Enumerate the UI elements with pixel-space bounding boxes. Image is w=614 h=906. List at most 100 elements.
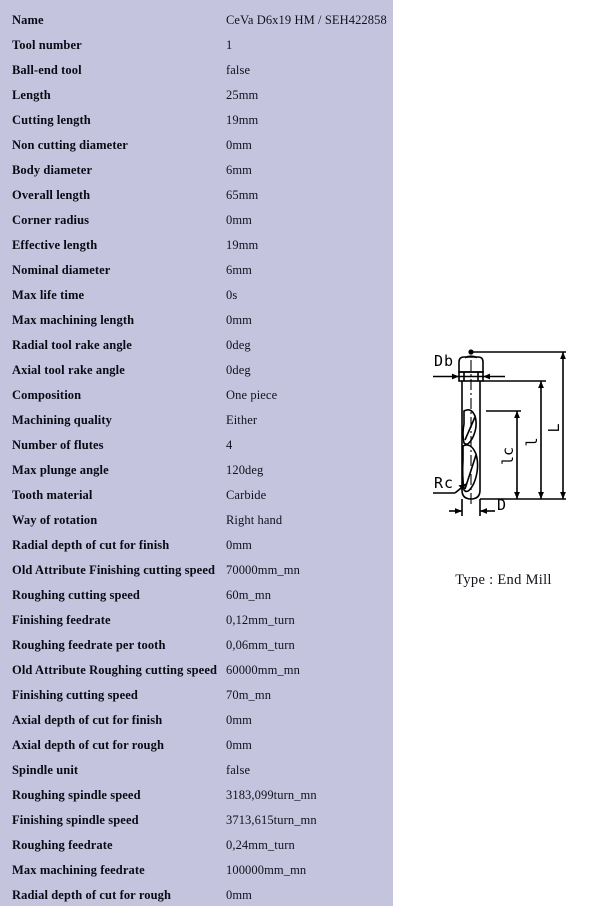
property-label: Roughing cutting speed (12, 588, 140, 602)
property-value: 0deg (226, 363, 251, 377)
property-label: Tooth material (12, 488, 93, 502)
property-value: 0,12mm_turn (226, 613, 295, 627)
property-label: Roughing feedrate (12, 838, 113, 852)
table-row[interactable]: Max life time 0s (0, 283, 393, 308)
table-row[interactable]: Tool number 1 (0, 33, 393, 58)
property-label: Max machining length (12, 313, 135, 327)
table-row[interactable]: Effective length 19mm (0, 233, 393, 258)
table-row[interactable]: Finishing feedrate 0,12mm_turn (0, 608, 393, 633)
property-label: Radial tool rake angle (12, 338, 132, 352)
lc-dimension-label: lc (499, 447, 517, 465)
table-row[interactable]: Non cutting diameter 0mm (0, 133, 393, 158)
table-row[interactable]: Nominal diameter 6mm (0, 258, 393, 283)
table-row[interactable]: Spindle unit false (0, 758, 393, 783)
property-label: Effective length (12, 238, 98, 252)
table-row[interactable]: Name CeVa D6x19 HM / SEH422858 (0, 8, 393, 33)
property-label: Radial depth of cut for finish (12, 538, 170, 552)
property-label: Tool number (12, 38, 82, 52)
property-value: 0mm (226, 888, 252, 902)
tool-type-caption: Type : End Mill (455, 572, 552, 588)
table-row[interactable]: Way of rotation Right hand (0, 508, 393, 533)
property-value: 60000mm_mn (226, 663, 300, 677)
property-value: 70m_mn (226, 688, 272, 702)
property-value: false (226, 63, 251, 77)
property-label: Ball-end tool (12, 63, 82, 77)
property-label: Cutting length (12, 113, 91, 127)
property-value: false (226, 763, 251, 777)
property-value: 0mm (226, 738, 252, 752)
property-label: Body diameter (12, 163, 93, 177)
rc-dimension-label: Rc (434, 474, 454, 492)
overall-length-dimension-label: L (545, 423, 563, 432)
table-row[interactable]: Body diameter 6mm (0, 158, 393, 183)
table-row[interactable]: Roughing spindle speed 3183,099turn_mn (0, 783, 393, 808)
table-row[interactable]: Roughing feedrate 0,24mm_turn (0, 833, 393, 858)
property-label: Finishing feedrate (12, 613, 111, 627)
table-row[interactable]: Radial tool rake angle 0deg (0, 333, 393, 358)
property-label: Length (12, 88, 51, 102)
property-value: 19mm (226, 113, 259, 127)
table-row[interactable]: Old Attribute Roughing cutting speed 6000… (0, 658, 393, 683)
property-label: Nominal diameter (12, 263, 111, 277)
property-label: Max plunge angle (12, 463, 109, 477)
property-value: 100000mm_mn (226, 863, 307, 877)
property-value: 4 (226, 438, 233, 452)
property-label: Roughing feedrate per tooth (12, 638, 166, 652)
table-row[interactable]: Length 25mm (0, 83, 393, 108)
property-value: CeVa D6x19 HM / SEH422858 (226, 13, 387, 27)
table-row[interactable]: Axial tool rake angle 0deg (0, 358, 393, 383)
table-row[interactable]: Tooth material Carbide (0, 483, 393, 508)
db-arrow-right (483, 373, 490, 380)
property-label: Old Attribute Roughing cutting speed (12, 663, 218, 677)
table-row[interactable]: Composition One piece (0, 383, 393, 408)
overall-length-arrow-bottom (560, 492, 566, 499)
property-label: Non cutting diameter (12, 138, 128, 152)
property-value: 60m_mn (226, 588, 272, 602)
table-row[interactable]: Old Attribute Finishing cutting speed 700… (0, 558, 393, 583)
property-value: Either (226, 413, 258, 427)
property-value: 0s (226, 288, 238, 302)
property-value: 0mm (226, 313, 252, 327)
property-label: Corner radius (12, 213, 90, 227)
property-value: 0mm (226, 213, 252, 227)
table-row[interactable]: Axial depth of cut for rough 0mm (0, 733, 393, 758)
table-row[interactable]: Finishing cutting speed 70m_mn (0, 683, 393, 708)
table-row[interactable]: Roughing feedrate per tooth 0,06mm_turn (0, 633, 393, 658)
table-row[interactable]: Number of flutes 4 (0, 433, 393, 458)
table-row[interactable]: Machining quality Either (0, 408, 393, 433)
property-value: 1 (226, 38, 233, 52)
table-row[interactable]: Radial depth of cut for rough 0mm (0, 883, 393, 906)
table-row[interactable]: Finishing spindle speed 3713,615turn_mn (0, 808, 393, 833)
table-row[interactable]: Max machining feedrate 100000mm_mn (0, 858, 393, 883)
property-value: Right hand (226, 513, 283, 527)
table-row[interactable]: Ball-end tool false (0, 58, 393, 83)
table-row[interactable]: Roughing cutting speed 60m_mn (0, 583, 393, 608)
property-label: Machining quality (12, 413, 112, 427)
property-label: Way of rotation (12, 513, 98, 527)
property-value: 25mm (226, 88, 259, 102)
tool-drawing-panel: Db Rc D lc l L Type: End Mill (393, 0, 614, 906)
overall-length-arrow-top (560, 352, 566, 359)
db-dimension-label: Db (434, 352, 454, 370)
table-row[interactable]: Axial depth of cut for finish 0mm (0, 708, 393, 733)
property-value: 70000mm_mn (226, 563, 300, 577)
l-arrow-bottom (538, 492, 544, 499)
property-label: Composition (12, 388, 82, 402)
table-row[interactable]: Corner radius 0mm (0, 208, 393, 233)
property-value: Carbide (226, 488, 267, 502)
table-row[interactable]: Radial depth of cut for finish 0mm (0, 533, 393, 558)
property-value: 120deg (226, 463, 264, 477)
table-row[interactable]: Overall length 65mm (0, 183, 393, 208)
property-value: 0mm (226, 138, 252, 152)
property-value: 0mm (226, 538, 252, 552)
property-value: 19mm (226, 238, 259, 252)
end-mill-technical-drawing: Db Rc D lc l L (433, 349, 566, 516)
l-arrow-top (538, 381, 544, 388)
d-arrow-right (480, 508, 487, 514)
table-row[interactable]: Max plunge angle 120deg (0, 458, 393, 483)
table-row[interactable]: Max machining length 0mm (0, 308, 393, 333)
d-arrow-left (455, 508, 462, 514)
property-value: 0,24mm_turn (226, 838, 295, 852)
property-value: 0,06mm_turn (226, 638, 295, 652)
table-row[interactable]: Cutting length 19mm (0, 108, 393, 133)
